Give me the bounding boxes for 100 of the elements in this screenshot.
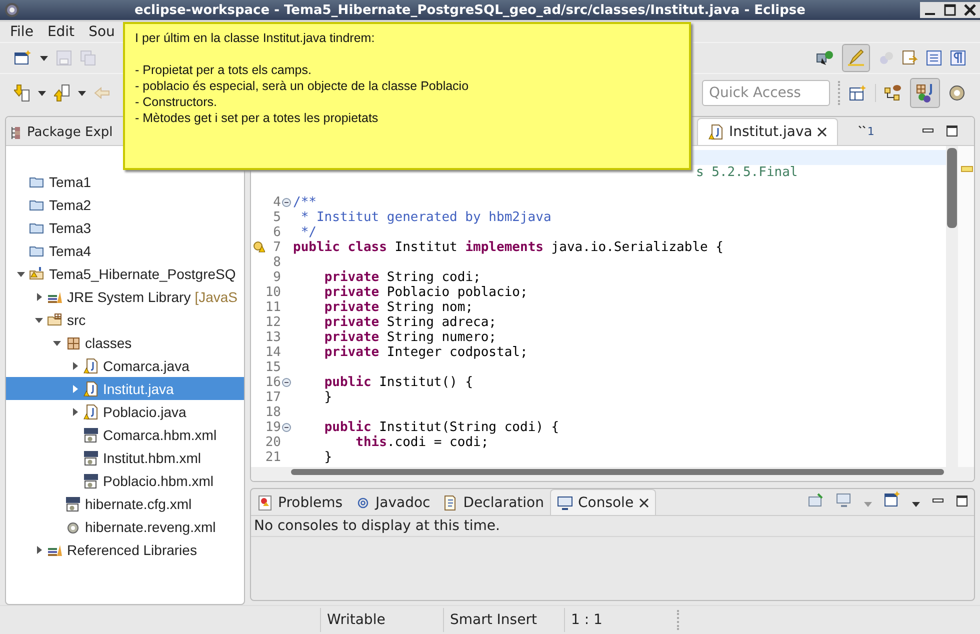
code-line: s 5.2.5.Final [695, 165, 798, 180]
view-tab[interactable]: Javadoc [348, 490, 436, 515]
fold-toggle-icon[interactable] [282, 423, 291, 432]
note-text: - Mètodes get i set per a totes les propietats [135, 110, 380, 126]
maximize-icon[interactable] [946, 125, 958, 137]
code-line: private String nom; [323, 300, 474, 315]
package-explorer-tab[interactable]: Package Expl [6, 125, 117, 145]
code-line: /** [292, 195, 316, 210]
scrollbar-thumb[interactable] [947, 148, 957, 228]
note-text: - poblacio és especial, serà un objecte de la classe Poblacio [135, 78, 470, 94]
tree-item[interactable]: hibernate.cfg.xml [6, 492, 244, 515]
caret-icon[interactable] [78, 90, 86, 96]
monitor-icon[interactable] [836, 493, 852, 507]
tree-item[interactable]: Institut.hbm.xml [6, 446, 244, 469]
xml-file-icon [83, 450, 99, 466]
note-text: - Constructors. [135, 94, 218, 110]
tree-item[interactable]: Comarca.java [6, 354, 244, 377]
view-tab[interactable]: Problems [251, 490, 349, 515]
line-number: 17 [265, 390, 281, 405]
tree-item[interactable]: Tema1 [6, 170, 244, 193]
project-folder-icon [29, 266, 45, 282]
code-line: public Institut(String codi) { [323, 420, 560, 435]
chevrons-icon[interactable] [858, 125, 866, 131]
highlighter-icon[interactable] [842, 44, 870, 72]
view-tab[interactable]: Declaration [436, 490, 550, 515]
pilcrow-icon[interactable] [950, 50, 966, 66]
line-number: 19 [265, 420, 281, 435]
xml-file-icon [83, 472, 99, 488]
expand-arrow-icon[interactable] [70, 384, 80, 394]
tree-item[interactable]: Tema2 [6, 193, 244, 216]
tree-item[interactable]: Poblacio.java [6, 400, 244, 423]
code-line: * Institut generated by hbm2java [300, 210, 552, 225]
code-line: } [323, 390, 332, 405]
expand-arrow-icon[interactable] [70, 360, 80, 370]
expand-arrow-icon[interactable] [34, 292, 44, 302]
tree-item[interactable]: Comarca.hbm.xml [6, 423, 244, 446]
caret-icon[interactable] [912, 502, 920, 507]
menu-item[interactable]: File [10, 24, 34, 40]
status-field: Smart Insert [443, 608, 564, 632]
caret-icon[interactable] [38, 90, 46, 96]
hierarchy-icon[interactable] [884, 84, 902, 102]
run-icon[interactable] [816, 50, 834, 66]
fold-toggle-icon[interactable] [282, 378, 291, 387]
console-icon [556, 494, 573, 510]
tree-item[interactable]: Poblacio.hbm.xml [6, 469, 244, 492]
line-number: 20 [265, 435, 281, 450]
line-number: 15 [265, 360, 281, 375]
tree-item[interactable]: hibernate.reveng.xml [6, 515, 244, 538]
code-line: } [323, 450, 332, 465]
line-number: 8 [273, 255, 281, 270]
tree-item[interactable]: classes [6, 331, 244, 354]
pin-icon[interactable] [808, 493, 824, 507]
line-number: 5 [273, 210, 281, 225]
code-line: private String numero; [323, 330, 497, 345]
declaration-icon [442, 494, 458, 510]
package-explorer-icon [10, 126, 22, 140]
next-annotation-icon[interactable] [14, 84, 30, 102]
scrollbar-thumb[interactable] [291, 469, 944, 475]
maximize-icon[interactable] [956, 495, 968, 507]
hidden-tabs-count[interactable]: 1 [867, 125, 874, 138]
line-number: 6 [273, 225, 281, 240]
quick-access-field[interactable]: Quick Access [702, 80, 830, 106]
tree-item[interactable]: JRE System Library [JavaS [6, 285, 244, 308]
expand-arrow-icon[interactable] [70, 406, 80, 416]
menu-item[interactable]: Sou [88, 24, 115, 40]
view-tab[interactable]: Console [550, 489, 656, 515]
dots-icon[interactable] [878, 50, 894, 66]
xml-file-icon [65, 496, 81, 512]
close-icon[interactable] [817, 127, 828, 137]
tree-item[interactable]: Tema4 [6, 239, 244, 262]
java-perspective-icon[interactable] [910, 78, 940, 108]
caret-icon[interactable] [40, 56, 48, 60]
disc-icon[interactable] [948, 84, 966, 102]
code-line: public Institut() { [323, 375, 474, 390]
tree-item[interactable]: Referenced Libraries [6, 538, 244, 561]
close-icon[interactable] [638, 498, 649, 508]
menu-item[interactable]: Edit [47, 24, 75, 40]
code-line: private Poblacio poblacio; [323, 285, 528, 300]
java-file-icon [83, 380, 99, 396]
expand-arrow-icon[interactable] [34, 544, 44, 554]
new-console-icon[interactable] [884, 491, 900, 507]
document-lines-icon[interactable] [926, 50, 942, 66]
window-title: eclipse-workspace - Tema5_Hibernate_PostgreSQL_geo_ad/src/classes/Institut.java - Eclipse [134, 2, 806, 18]
maximize-icon[interactable] [944, 4, 956, 16]
tree-item[interactable]: src [6, 308, 244, 331]
previous-annotation-icon[interactable] [54, 84, 70, 102]
line-number: 4 [273, 195, 281, 210]
fold-toggle-icon[interactable] [282, 198, 291, 207]
java-file-icon [83, 404, 99, 420]
editor-tab[interactable]: Institut.java [697, 118, 838, 145]
tree-item[interactable]: Tema5_Hibernate_PostgreSQ [6, 262, 244, 285]
line-number: 16 [265, 375, 281, 390]
code-line: */ [300, 225, 316, 240]
close-icon[interactable] [964, 4, 976, 16]
line-number: 9 [273, 270, 281, 285]
tree-item[interactable]: Tema3 [6, 216, 244, 239]
new-window-icon[interactable] [14, 50, 32, 66]
line-number: 10 [265, 285, 281, 300]
open-perspective-icon[interactable] [849, 85, 867, 101]
document-arrow-icon[interactable] [902, 50, 918, 66]
